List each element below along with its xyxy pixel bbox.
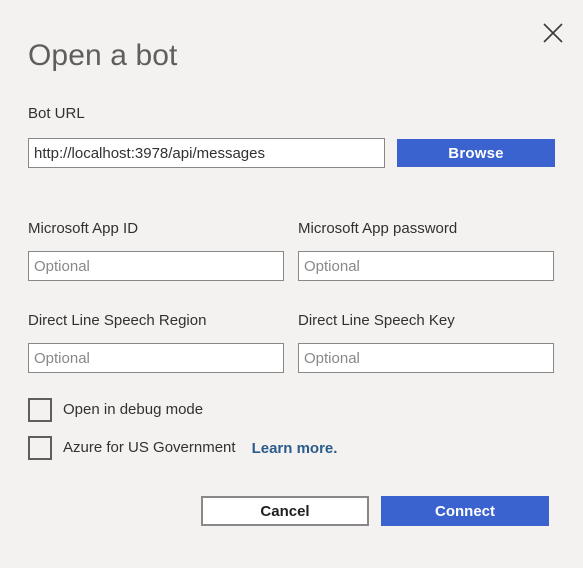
direct-line-speech-key-label: Direct Line Speech Key (298, 312, 455, 329)
direct-line-speech-key-input[interactable] (298, 343, 554, 373)
browse-button[interactable]: Browse (397, 139, 555, 167)
learn-more-link[interactable]: Learn more. (252, 440, 338, 457)
direct-line-speech-region-input[interactable] (28, 343, 284, 373)
us-government-checkbox-row[interactable]: Azure for US Government Learn more. (28, 436, 337, 460)
microsoft-app-password-input[interactable] (298, 251, 554, 281)
debug-mode-checkbox-row[interactable]: Open in debug mode (28, 398, 203, 422)
microsoft-app-id-label: Microsoft App ID (28, 220, 139, 237)
checkbox-unchecked-icon[interactable] (28, 398, 52, 422)
microsoft-app-id-input[interactable] (28, 251, 284, 281)
open-a-bot-dialog: Open a bot Bot URL Browse Microsoft App … (0, 0, 583, 568)
us-government-checkbox-label: Azure for US Government (63, 439, 236, 456)
close-icon (541, 21, 565, 45)
microsoft-app-password-label: Microsoft App password (298, 220, 458, 237)
direct-line-speech-region-label: Direct Line Speech Region (28, 312, 207, 329)
bot-url-label: Bot URL (28, 105, 85, 122)
close-button[interactable] (533, 14, 573, 52)
debug-mode-checkbox-label: Open in debug mode (63, 401, 204, 418)
page-title: Open a bot (28, 39, 178, 72)
checkbox-unchecked-icon[interactable] (28, 436, 52, 460)
cancel-button[interactable]: Cancel (201, 496, 369, 526)
bot-url-input[interactable] (28, 138, 385, 168)
connect-button[interactable]: Connect (381, 496, 549, 526)
